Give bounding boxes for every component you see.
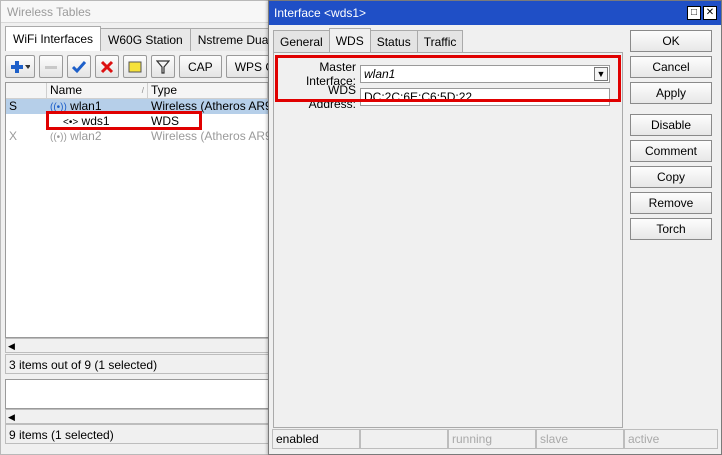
add-button[interactable] xyxy=(5,55,35,78)
table-status: 3 items out of 9 (1 selected) xyxy=(5,354,269,374)
row-flag: S xyxy=(9,99,18,113)
toolbar: CAP WPS C xyxy=(5,55,284,78)
comment-button[interactable]: Comment xyxy=(630,140,712,162)
window-controls: □ ✕ xyxy=(687,6,717,20)
wds-row-highlight xyxy=(46,111,202,130)
close-icon: ✕ xyxy=(705,7,715,18)
column-name-label: Name xyxy=(50,83,83,97)
maximize-icon: □ xyxy=(690,7,698,18)
status-running: running xyxy=(448,429,536,449)
minus-icon xyxy=(45,65,57,69)
status-empty xyxy=(360,429,448,449)
filter-icon xyxy=(156,59,170,74)
dialog-status-bar: enabled running slave active xyxy=(272,429,718,449)
column-type[interactable]: Type xyxy=(148,83,268,98)
plus-icon xyxy=(11,60,30,73)
comment-button[interactable] xyxy=(123,55,147,78)
tab-wds[interactable]: WDS xyxy=(328,28,371,52)
apply-button[interactable]: Apply xyxy=(630,82,712,104)
row-name-label: wlan2 xyxy=(70,129,102,143)
row-flag xyxy=(6,114,47,129)
row-name: ((•)) wlan2 xyxy=(47,129,148,144)
ok-button[interactable]: OK xyxy=(630,30,712,52)
tab-w60g-station[interactable]: W60G Station xyxy=(100,28,191,51)
tab-nstreme-dual[interactable]: Nstreme Dual xyxy=(189,28,280,51)
column-flag[interactable] xyxy=(6,83,47,98)
secondary-table xyxy=(5,379,269,409)
tab-general[interactable]: General xyxy=(273,30,330,52)
tab-wifi-interfaces[interactable]: WiFi Interfaces xyxy=(5,26,102,51)
table-header: Name / Type xyxy=(6,83,268,99)
cross-icon xyxy=(100,60,114,73)
enable-button[interactable] xyxy=(67,55,91,78)
cancel-button[interactable]: Cancel xyxy=(630,56,712,78)
horizontal-scrollbar-2[interactable]: ◀ xyxy=(5,409,269,424)
torch-button[interactable]: Torch xyxy=(630,218,712,240)
check-icon xyxy=(72,60,86,73)
remove-button[interactable]: Remove xyxy=(630,192,712,214)
note-icon xyxy=(128,61,142,72)
disable-button[interactable]: Disable xyxy=(630,114,712,136)
dialog-tab-bar: General WDS Status Traffic xyxy=(273,28,464,52)
column-name[interactable]: Name / xyxy=(47,83,148,98)
status-slave: slave xyxy=(536,429,624,449)
settings-highlight xyxy=(275,55,621,102)
wds-panel: Master Interface: wlan1 ▼ WDS Address: D… xyxy=(273,52,623,428)
status-enabled: enabled xyxy=(272,429,360,449)
status-active: active xyxy=(624,429,718,449)
tab-bar: WiFi Interfaces W60G Station Nstreme Dua… xyxy=(5,26,309,51)
table-row[interactable]: X ((•)) wlan2 Wireless (Atheros AR9... xyxy=(6,129,268,144)
tab-status[interactable]: Status xyxy=(369,30,418,52)
copy-button[interactable]: Copy xyxy=(630,166,712,188)
scroll-left-icon: ◀ xyxy=(8,341,15,351)
row-flag: X xyxy=(9,129,18,143)
tab-traffic[interactable]: Traffic xyxy=(416,30,464,52)
scroll-left-icon: ◀ xyxy=(8,412,15,422)
row-type: Wireless (Atheros AR9... xyxy=(151,129,268,143)
wireless-icon: ((•)) xyxy=(50,132,67,143)
table-status-2: 9 items (1 selected) xyxy=(5,424,269,444)
minus-button[interactable] xyxy=(39,55,63,78)
interface-dialog: Interface <wds1> □ ✕ General WDS Status … xyxy=(268,0,722,455)
horizontal-scrollbar[interactable]: ◀ xyxy=(5,338,269,353)
cap-button[interactable]: CAP xyxy=(179,55,222,78)
sort-icon: / xyxy=(141,86,144,95)
dialog-title: Interface <wds1> xyxy=(269,1,721,25)
close-button[interactable]: ✕ xyxy=(703,6,717,20)
disable-button[interactable] xyxy=(95,55,119,78)
filter-button[interactable] xyxy=(151,55,175,78)
dialog-buttons: OK Cancel Apply Disable Comment Copy Rem… xyxy=(630,30,712,244)
maximize-button[interactable]: □ xyxy=(687,6,701,20)
